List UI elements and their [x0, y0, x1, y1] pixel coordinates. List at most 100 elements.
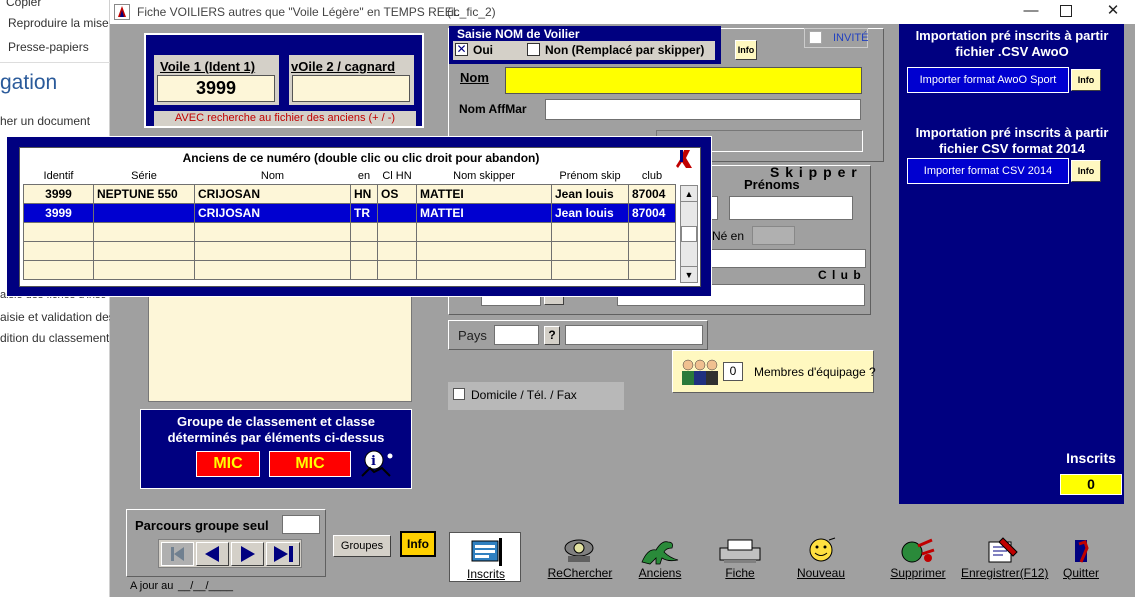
adresse-input[interactable] — [700, 249, 866, 268]
cell-identif — [23, 240, 94, 261]
left-item-edition-classement[interactable]: dition du classement — [0, 331, 109, 345]
saisie-header: Saisie NOM de Voilier ✕ Oui Non (Remplac… — [449, 26, 721, 64]
toolbar-rechercher-button[interactable]: ReChercher — [544, 532, 616, 582]
bottom-toolbar: Inscrits ReChercher Anciens Fiche Nouvea… — [449, 532, 1129, 584]
minimize-button[interactable]: — — [1008, 0, 1054, 24]
prev-record-icon[interactable] — [196, 542, 229, 566]
pays-name-input[interactable] — [565, 325, 703, 345]
cell-club — [628, 240, 676, 261]
cell-en: TR — [350, 202, 378, 223]
search-note: AVEC recherche au fichier des anciens (+… — [154, 111, 416, 126]
nom-input[interactable] — [505, 67, 862, 94]
first-record-icon[interactable] — [161, 542, 194, 566]
anciens-popup: Anciens de ce numéro (double clic ou cli… — [6, 136, 712, 297]
cell-en: HN — [350, 183, 378, 204]
saisie-info-button[interactable]: Info — [735, 40, 757, 60]
prenoms-input[interactable] — [729, 196, 853, 220]
cell-clhn — [377, 221, 417, 242]
import-csv2014-info-button[interactable]: Info — [1071, 160, 1101, 182]
cell-identif — [23, 259, 94, 280]
parcours-info-button[interactable]: Info — [400, 531, 436, 557]
voile1-input[interactable]: 3999 — [157, 75, 275, 102]
left-item-reproduire[interactable]: Reproduire la mise e — [8, 16, 119, 30]
toolbar-supprimer-button[interactable]: Supprimer — [882, 532, 954, 582]
maximize-button[interactable] — [1060, 5, 1072, 17]
scroll-down-icon[interactable]: ▼ — [681, 266, 697, 282]
cell-serie — [93, 202, 195, 223]
anciens-header-row: Identif Série Nom en Cl HN Nom skipper P… — [23, 168, 676, 184]
pays-help-button[interactable]: ? — [544, 326, 560, 345]
cell-nom-skipper — [416, 259, 552, 280]
equipage-label: Membres d'équipage ? — [754, 365, 876, 379]
cell-prenom-skip: Jean louis — [551, 202, 629, 223]
cell-nom — [194, 221, 351, 242]
toolbar-quitter-button[interactable]: Quitter — [1045, 532, 1117, 582]
voile-panel: Voile 1 (Ident 1) 3999 vOile 2 / cagnard… — [144, 33, 424, 128]
toolbar-fiche-button[interactable]: Fiche — [704, 532, 776, 582]
app-icon — [114, 4, 130, 20]
dinosaur-icon — [638, 536, 682, 569]
groupe-class-button-1[interactable]: MIC — [196, 451, 260, 477]
voile1-label: Voile 1 (Ident 1) — [160, 59, 256, 74]
groupe-panel: Groupe de classement et classe déterminé… — [140, 409, 412, 489]
close-button[interactable]: ✕ — [1090, 0, 1135, 24]
domicile-label: Domicile / Tél. / Fax — [471, 388, 577, 402]
rechercher-icon — [562, 536, 596, 567]
next-record-icon[interactable] — [231, 542, 264, 566]
table-row[interactable] — [23, 240, 676, 261]
table-row[interactable] — [23, 221, 676, 242]
import-awoo-info-button[interactable]: Info — [1071, 69, 1101, 91]
cell-club — [628, 221, 676, 242]
cell-prenom-skip — [551, 240, 629, 261]
scroll-up-icon[interactable]: ▲ — [681, 186, 697, 202]
col-club: club — [628, 168, 676, 184]
anciens-scrollbar[interactable]: ▲ ▼ — [680, 185, 698, 283]
anciens-table: Identif Série Nom en Cl HN Nom skipper P… — [23, 168, 676, 280]
import-title-awoo: Importation pré inscrits à partir fichie… — [915, 28, 1109, 59]
save-icon — [985, 536, 1021, 569]
ajour-value[interactable]: __/__/____ — [178, 580, 233, 592]
toolbar-nouveau-button[interactable]: Nouveau — [785, 532, 857, 582]
voile2-input[interactable] — [292, 75, 410, 102]
col-en: en — [350, 168, 378, 184]
scroll-thumb[interactable] — [681, 226, 697, 242]
import-csv2014-button[interactable]: Importer format CSV 2014 — [907, 158, 1069, 184]
toolbar-anciens-button[interactable]: Anciens — [624, 532, 696, 582]
anciens-close-icon[interactable] — [674, 148, 696, 170]
cell-nom: CRIJOSAN — [194, 202, 351, 223]
nomaffmar-input[interactable] — [545, 99, 861, 120]
window-title: Fiche VOILIERS autres que "Voile Légère"… — [137, 5, 460, 19]
notes-area[interactable] — [148, 290, 412, 402]
non-label: Non (Remplacé par skipper) — [545, 43, 705, 57]
groupe-class-button-2[interactable]: MIC — [269, 451, 351, 477]
last-record-icon[interactable] — [266, 542, 300, 566]
nom-label: Nom — [460, 70, 489, 85]
cell-club — [628, 259, 676, 280]
background-app-pane: Copier Reproduire la mise e Presse-papie… — [0, 0, 119, 597]
toolbar-label-enregistrer: Enregistrer(F12) — [961, 566, 1049, 580]
parcours-input[interactable] — [282, 515, 320, 534]
groupes-button[interactable]: Groupes — [333, 535, 391, 557]
table-row[interactable] — [23, 259, 676, 280]
col-nom: Nom — [194, 168, 351, 184]
left-search-document[interactable]: her un document — [0, 114, 90, 128]
equipage-button[interactable]: 0 Membres d'équipage ? — [672, 350, 876, 393]
non-checkbox[interactable] — [527, 43, 540, 56]
left-item-copier[interactable]: Copier — [6, 0, 41, 9]
table-row-selected[interactable]: 3999 CRIJOSAN TR MATTEI Jean louis 87004 — [23, 202, 676, 223]
cell-nom — [194, 240, 351, 261]
table-row[interactable]: 3999 NEPTUNE 550 CRIJOSAN HN OS MATTEI J… — [23, 183, 676, 204]
toolbar-label-nouveau: Nouveau — [796, 566, 846, 580]
ne-en-input[interactable] — [752, 226, 795, 245]
domicile-checkbox[interactable] — [453, 388, 465, 400]
crew-icon — [678, 357, 720, 387]
toolbar-enregistrer-button[interactable]: Enregistrer(F12) — [961, 532, 1049, 582]
pays-code-input[interactable] — [494, 325, 539, 345]
cell-prenom-skip — [551, 221, 629, 242]
toolbar-inscrits-button[interactable]: Inscrits — [449, 532, 521, 582]
invite-checkbox[interactable] — [809, 31, 822, 44]
oui-checkbox[interactable]: ✕ — [455, 43, 468, 56]
info-person-icon[interactable]: i — [356, 448, 396, 480]
left-item-saisie-validation[interactable]: aisie et validation des — [0, 310, 115, 324]
import-awoo-button[interactable]: Importer format AwoO Sport — [907, 67, 1069, 93]
